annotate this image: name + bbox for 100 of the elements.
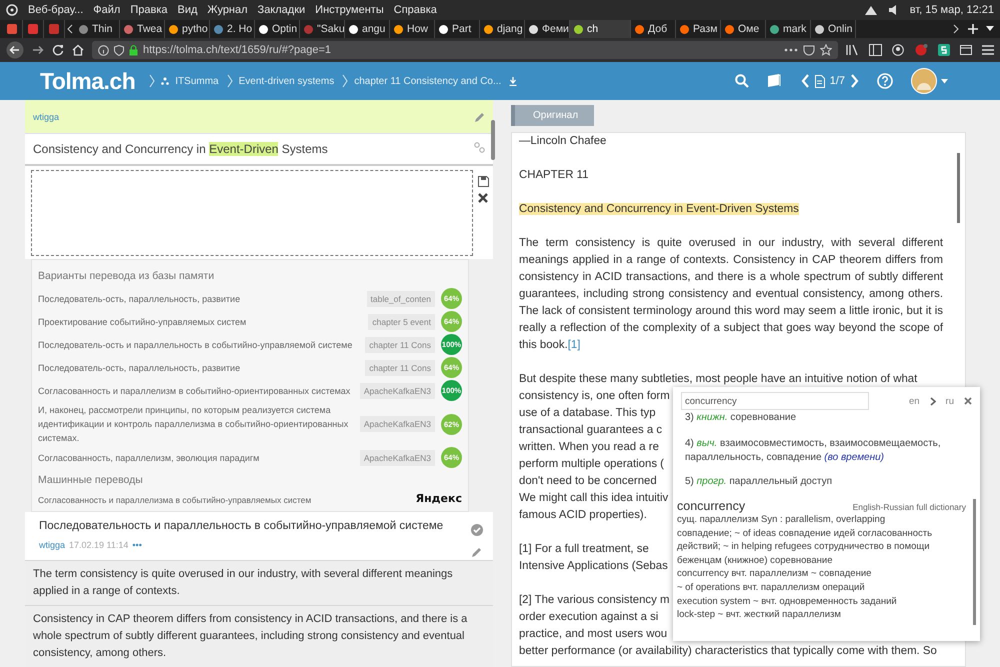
forward-icon[interactable]	[32, 44, 44, 56]
timestamp: 17.02.19 11:14	[69, 540, 128, 550]
suggestion-text[interactable]: Согласованность, параллелизм, эволюция парадигм	[38, 450, 354, 464]
menu-item[interactable]: Журнал	[207, 4, 248, 16]
extension-icon[interactable]	[914, 44, 928, 56]
app-menu-icon[interactable]	[6, 4, 18, 16]
text-line: practice, and most users wou	[519, 627, 668, 642]
network-icon[interactable]	[864, 4, 878, 16]
definition-line: совпадение; ~ of ideas совпадение идей согласованность	[677, 526, 934, 540]
sidebar-icon[interactable]	[869, 44, 882, 56]
lock-icon	[129, 44, 138, 56]
language-option[interactable]: ru	[946, 396, 954, 406]
scrollbar	[957, 153, 960, 223]
menu-item[interactable]: Справка	[394, 4, 437, 16]
dictionary-word: concurrency	[677, 499, 746, 513]
window-icon[interactable]	[960, 44, 972, 56]
menu-item[interactable]: Файл	[93, 4, 120, 16]
download-icon[interactable]	[509, 76, 518, 86]
text-line: transactional guarantees a c	[519, 423, 662, 438]
browser-tab[interactable]: ch	[570, 20, 631, 38]
pocket-icon[interactable]	[803, 44, 815, 56]
extension-icon[interactable]	[938, 44, 950, 56]
suggestion-text[interactable]: Последователь-ость, параллельность, развитие	[38, 360, 360, 374]
hierarchy-icon	[161, 77, 170, 85]
address-field[interactable]: https://tolma.ch/text/1659/ru/#?page=1	[92, 41, 838, 59]
more-icon[interactable]	[784, 48, 798, 52]
text-line: But despite these many subtleties, most people have an intuitive notion of what	[519, 372, 918, 387]
translation-text: Последовательность и параллельность в событийно-управляемой системе	[39, 519, 444, 532]
search-field[interactable]: concurrency	[681, 392, 869, 410]
previous-icon[interactable]	[800, 74, 810, 88]
translation-input[interactable]	[31, 170, 473, 256]
definition-line: сущ. параллелизм Syn : parallelism, overlapping	[677, 513, 886, 527]
menu-item[interactable]: Инструменты	[315, 4, 384, 16]
chevron-right-icon	[226, 74, 233, 88]
text-line: better performance (or availability) characteristics that typically come with them. So	[519, 644, 937, 659]
text-line: Intensive Applications (Sebas	[519, 559, 668, 574]
suggestion-text[interactable]: Последователь-ость, параллельность, развитие	[38, 292, 360, 306]
menu-icon[interactable]	[982, 45, 994, 55]
text-line: consistency is, one often form	[519, 389, 670, 404]
source-tag: chapter 5 event	[368, 314, 435, 330]
shield-icon	[114, 44, 124, 56]
footnote-link[interactable]: [1]	[568, 339, 580, 351]
suggestion-text[interactable]: И, наконец, рассмотрели принципы, по которым реализуется система идентификации и контроль параллелизма в событийно-ориентированных системах.	[38, 403, 354, 445]
text-line: [2] The various consistency m	[519, 593, 670, 608]
page-icon	[814, 74, 825, 88]
definition-text: 4) выч. взаимосовместимость, взаимосовмещаемость, параллельность, совпадение (во времени)	[684, 437, 942, 465]
pencil-icon[interactable]	[471, 546, 483, 558]
suggestion-text[interactable]: Согласованность и параллелизм в событийно-ориентированных системах	[38, 384, 354, 398]
source-tag: table_of_conten	[366, 290, 435, 306]
close-icon[interactable]	[964, 397, 972, 405]
close-icon[interactable]	[478, 193, 488, 203]
book-icon[interactable]	[766, 74, 783, 88]
caret-icon[interactable]	[986, 26, 994, 32]
text-line: order execution against a si	[519, 610, 658, 625]
text-line: We might call this idea intuitiv	[519, 491, 668, 506]
panel-title: Машинные переводы	[38, 474, 144, 486]
source-tag: ApacheKafkaEN3	[360, 450, 435, 466]
source-tag: chapter 11 Cons	[365, 360, 435, 376]
definition-line: действий; ~ in helping refugees сотрудничество в помощи	[677, 540, 931, 554]
plus-icon[interactable]	[968, 24, 978, 34]
account-icon[interactable]	[892, 44, 904, 56]
language-option[interactable]: en	[908, 396, 920, 406]
site-logo[interactable]: Tolma.ch	[40, 68, 136, 94]
text-line: [1] For a full treatment, se	[519, 542, 649, 557]
suggestion-text[interactable]: Последователь-ость и параллельность в событийно-управляемой системе	[38, 338, 360, 352]
avatar-icon[interactable]	[911, 68, 937, 94]
text-line: perform multiple operations (	[519, 457, 664, 472]
more-link[interactable]: •••	[132, 540, 142, 550]
chevron-right-icon[interactable]	[930, 396, 936, 406]
chevron-right-icon	[149, 74, 156, 88]
search-icon[interactable]	[734, 74, 749, 88]
site-icon[interactable]	[28, 24, 38, 34]
source-tag: chapter 11 Cons	[365, 336, 435, 352]
menu-item[interactable]: Вид	[178, 4, 198, 16]
chapter-label: CHAPTER 11	[519, 168, 590, 183]
definition-line: concurrency вчт. параллелизм ~ совпадение	[677, 567, 872, 581]
dictionary-name: English-Russian full dictionary	[852, 502, 966, 512]
author-link[interactable]: wtigga	[39, 540, 66, 550]
reload-icon[interactable]	[52, 44, 64, 56]
site-icon[interactable]	[7, 24, 17, 34]
pencil-icon[interactable]	[474, 112, 485, 123]
back-icon[interactable]	[6, 41, 24, 59]
provider-logo: Яндекс	[416, 492, 462, 505]
text-line: written. When you read a re	[519, 440, 659, 455]
next-icon[interactable]	[850, 74, 859, 88]
library-icon[interactable]	[846, 44, 859, 56]
star-icon[interactable]	[820, 44, 832, 56]
suggestion-text[interactable]: Согласованность и параллелизма в событийно-управляемых систем	[38, 495, 312, 505]
panel-title: Варианты перевода из базы памяти	[38, 270, 216, 282]
source-text: Consistency and Concurrency in Event-Driven Systems	[33, 142, 329, 156]
definition-line: execution system ~ вчт. одновременность заданий	[677, 594, 898, 608]
help-icon[interactable]	[877, 73, 893, 89]
text-line: use of a database. This typ	[519, 406, 656, 421]
home-icon[interactable]	[72, 44, 84, 56]
suggestion-text[interactable]: Проектирование событийно-управляемых систем	[38, 314, 362, 328]
save-icon[interactable]	[478, 176, 488, 187]
menu-item[interactable]: Закладки	[258, 4, 306, 16]
check-icon[interactable]	[471, 524, 483, 536]
menu-item[interactable]: Правка	[130, 4, 168, 16]
body-paragraph: The term consistency is quite overused in our industry, with several different meanings applied in a range of contexts. Consistency in CAP theorem differs from consistency in ACID transactions, and there is a whole spectrum of subtly different guarantees, including strong consistency and eventual consistency, among others. The lack of consistent terminology around this word may seem a little ironic, but it is really a reflection of the complexity of a subject that goes way beyond the scope of this book.[1]	[519, 236, 943, 353]
